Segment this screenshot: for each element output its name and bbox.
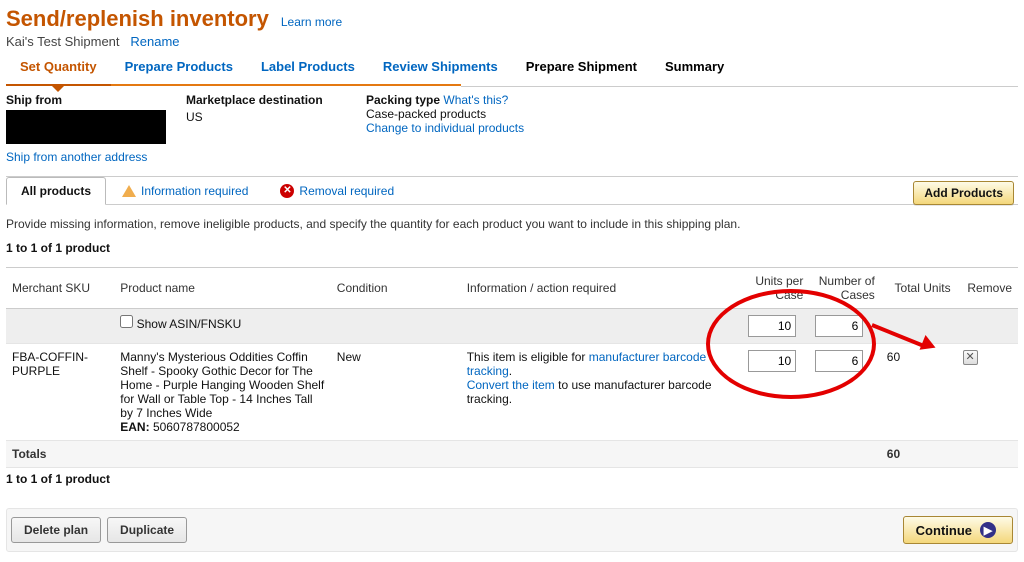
row-units-per-case-input[interactable] <box>748 350 796 372</box>
totals-value: 60 <box>881 441 957 468</box>
th-total-units: Total Units <box>881 268 957 309</box>
th-action: Information / action required <box>461 268 743 309</box>
remove-row-button[interactable]: ✕ <box>963 350 978 365</box>
default-number-of-cases-input[interactable] <box>815 315 863 337</box>
th-name: Product name <box>114 268 331 309</box>
th-number-of-cases: Number of Cases <box>809 268 880 309</box>
rename-link[interactable]: Rename <box>130 34 179 49</box>
tab-set-quantity[interactable]: Set Quantity <box>6 49 111 86</box>
show-asin-checkbox-label[interactable]: Show ASIN/FNSKU <box>120 317 241 331</box>
whats-this-link[interactable]: What's this? <box>443 93 508 107</box>
marketplace-value: US <box>186 110 203 124</box>
shipment-name: Kai's Test Shipment <box>6 34 120 49</box>
th-sku: Merchant SKU <box>6 268 114 309</box>
change-packing-link[interactable]: Change to individual products <box>366 121 524 135</box>
page-title: Send/replenish inventory <box>6 6 269 32</box>
row-total-units: 60 <box>881 344 957 441</box>
marketplace-label: Marketplace destination <box>186 93 354 107</box>
warning-icon <box>122 185 136 197</box>
ship-from-other-link[interactable]: Ship from another address <box>6 150 147 164</box>
th-condition: Condition <box>331 268 461 309</box>
ship-from-address-redacted <box>6 110 166 144</box>
pager-bottom: 1 to 1 of 1 product <box>6 472 110 486</box>
filter-removal-required-label: Removal required <box>299 184 394 198</box>
pager-top: 1 to 1 of 1 product <box>6 241 110 255</box>
row-number-of-cases-input[interactable] <box>815 350 863 372</box>
th-remove: Remove <box>957 268 1018 309</box>
continue-label: Continue <box>916 523 972 538</box>
ean-value: 5060787800052 <box>153 420 240 434</box>
convert-item-link[interactable]: Convert the item <box>467 378 555 392</box>
error-icon: ✕ <box>280 184 294 198</box>
show-asin-checkbox[interactable] <box>120 315 133 328</box>
filter-info-required-label: Information required <box>141 184 248 198</box>
table-row: FBA-COFFIN-PURPLE Manny's Mysterious Odd… <box>6 344 1018 441</box>
ean-label: EAN: <box>120 420 149 434</box>
continue-button[interactable]: Continue ▶ <box>903 516 1013 544</box>
tab-label-products[interactable]: Label Products <box>247 49 369 86</box>
tab-prepare-products[interactable]: Prepare Products <box>111 49 247 86</box>
duplicate-button[interactable]: Duplicate <box>107 517 187 543</box>
cell-product-name: Manny's Mysterious Oddities Coffin Shelf… <box>120 350 324 420</box>
filter-info-required[interactable]: Information required <box>106 178 264 204</box>
filter-removal-required[interactable]: ✕ Removal required <box>264 178 410 204</box>
ship-from-label: Ship from <box>6 93 174 107</box>
default-units-per-case-input[interactable] <box>748 315 796 337</box>
tab-summary: Summary <box>651 49 738 86</box>
th-units-per-case: Units per Case <box>742 268 809 309</box>
packing-type-value: Case-packed products <box>366 107 486 121</box>
packing-type-label: Packing type <box>366 93 440 107</box>
cell-sku: FBA-COFFIN-PURPLE <box>6 344 114 441</box>
show-asin-text: Show ASIN/FNSKU <box>137 317 242 331</box>
action-text-1: This item is eligible for <box>467 350 589 364</box>
totals-label: Totals <box>6 441 114 468</box>
delete-plan-button[interactable]: Delete plan <box>11 517 101 543</box>
cell-condition: New <box>331 344 461 441</box>
tab-review-shipments[interactable]: Review Shipments <box>369 49 512 86</box>
arrow-right-icon: ▶ <box>980 522 996 538</box>
instructions-text: Provide missing information, remove inel… <box>6 205 1018 237</box>
add-products-button[interactable]: Add Products <box>913 181 1014 205</box>
learn-more-link[interactable]: Learn more <box>281 15 342 29</box>
tab-prepare-shipment: Prepare Shipment <box>512 49 651 86</box>
filter-all-products[interactable]: All products <box>6 177 106 205</box>
